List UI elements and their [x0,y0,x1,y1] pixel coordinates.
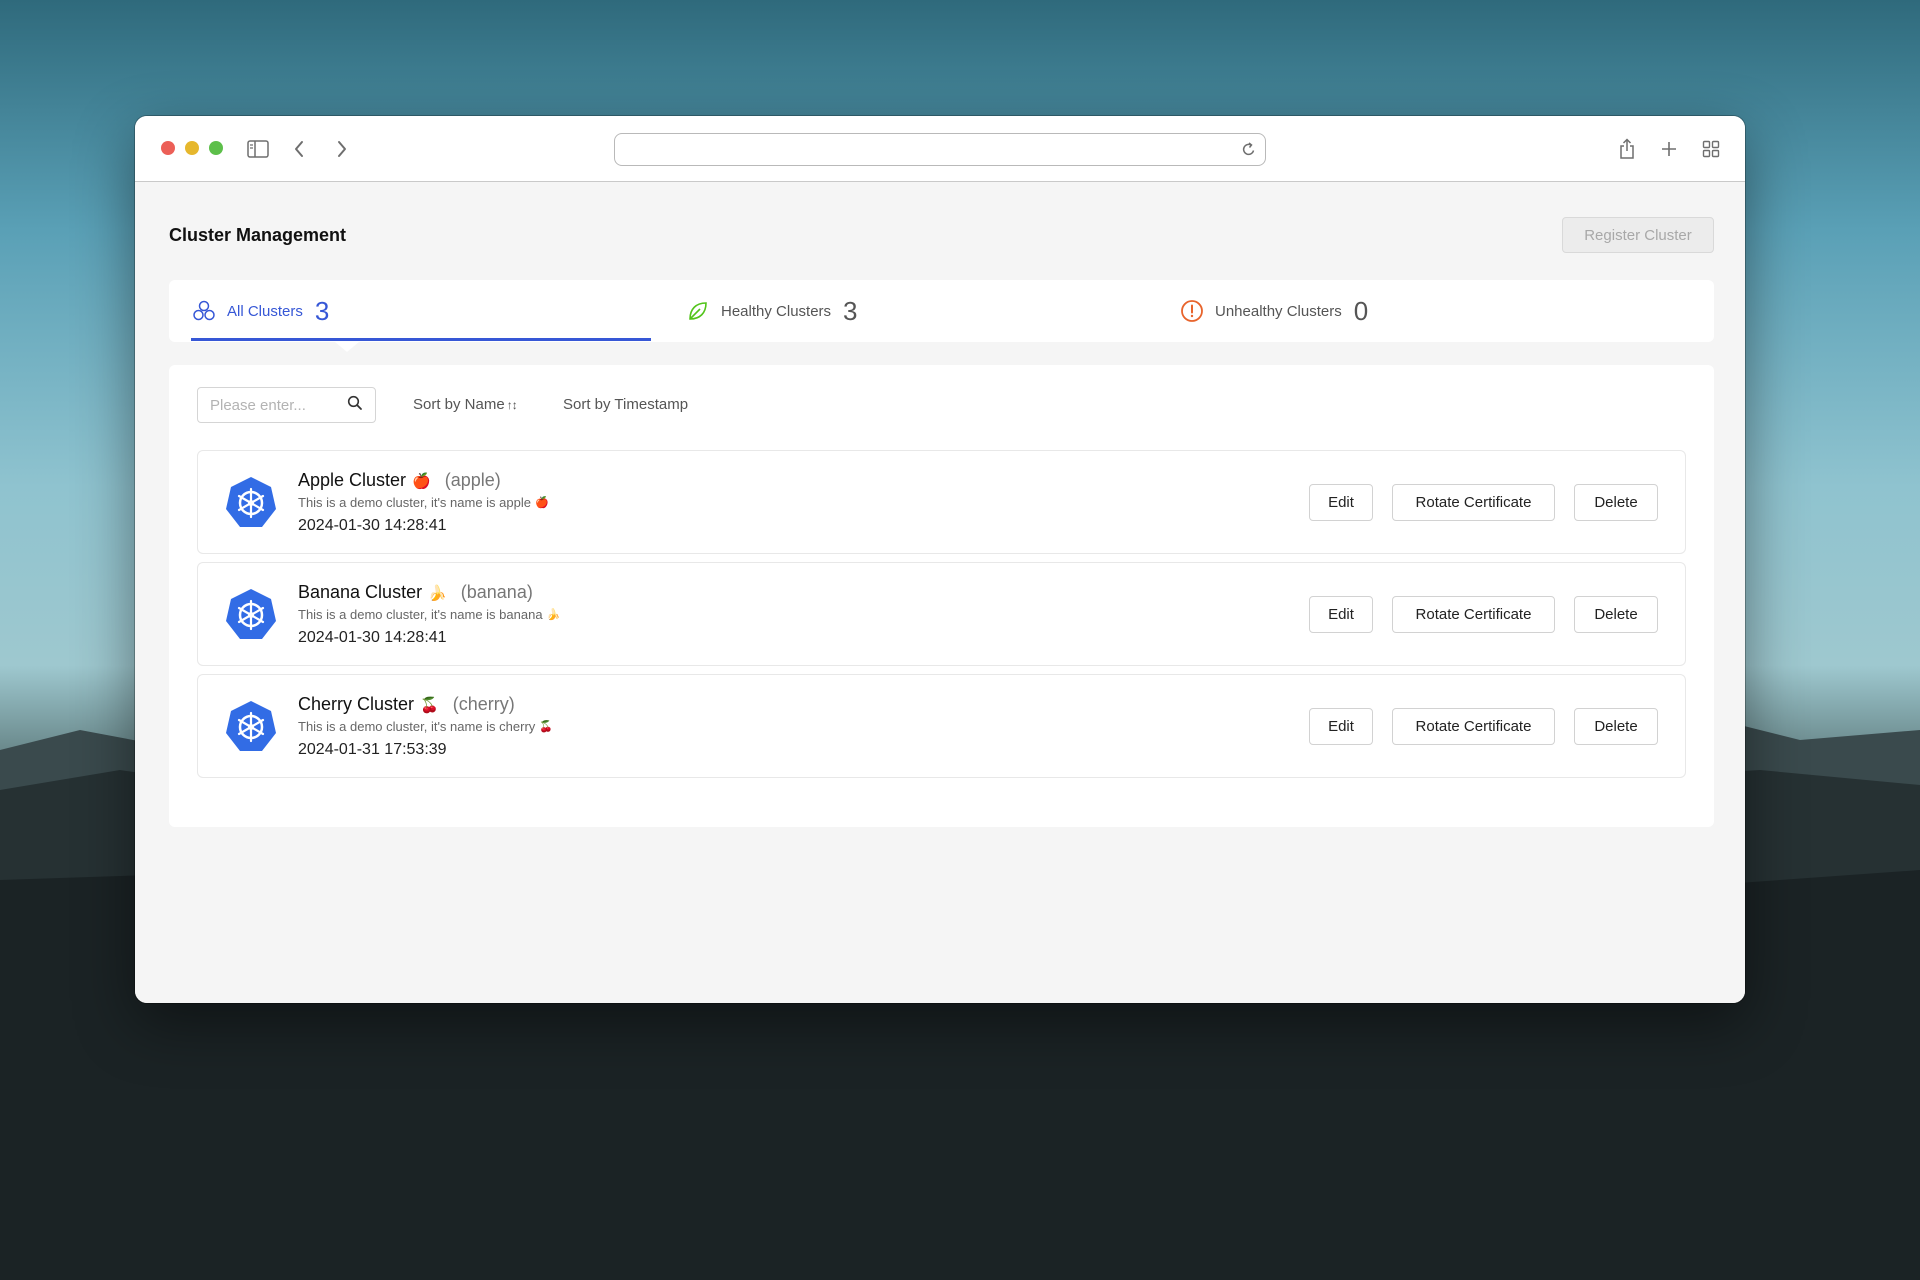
reload-icon[interactable] [1241,140,1257,163]
cluster-description: This is a demo cluster, it's name is app… [298,495,549,510]
alert-icon [1179,298,1205,324]
cluster-description-text: This is a demo cluster, it's name is ban… [298,607,543,622]
apple-emoji-icon: 🍎 [534,497,549,509]
cluster-timestamp: 2024-01-30 14:28:41 [298,629,447,646]
cluster-timestamp: 2024-01-30 14:28:41 [298,517,447,534]
cluster-description: This is a demo cluster, it's name is che… [298,719,553,734]
tab-all-clusters[interactable]: All Clusters 3 [191,280,329,342]
active-tab-indicator [191,338,651,341]
cluster-description-text: This is a demo cluster, it's name is app… [298,495,531,510]
tab-count: 0 [1353,295,1369,326]
delete-button[interactable]: Delete [1574,708,1658,745]
share-icon[interactable] [1614,136,1640,162]
tab-unhealthy-clusters[interactable]: Unhealthy Clusters 0 [1179,280,1368,342]
browser-toolbar [135,116,1745,182]
address-bar[interactable] [614,133,1266,166]
tab-label: Healthy Clusters [721,302,832,320]
banana-emoji-icon: 🍌 [428,585,447,602]
tab-label: Unhealthy Clusters [1215,302,1342,320]
sort-by-timestamp-label: Sort by Timestamp [563,396,689,413]
page-content: Cluster Management Register Cluster All … [135,183,1745,1003]
register-cluster-button[interactable]: Register Cluster [1562,217,1714,253]
minimize-window-button[interactable] [185,141,199,155]
edit-button[interactable]: Edit [1309,484,1373,521]
tab-caret [335,342,359,352]
cluster-card: Apple Cluster 🍎 (apple) This is a demo c… [197,450,1686,554]
cluster-id: (banana) [460,582,533,602]
rotate-certificate-button[interactable]: Rotate Certificate [1392,596,1555,633]
forward-icon[interactable] [329,136,355,162]
tab-overview-icon[interactable] [1698,136,1724,162]
cluster-id: (cherry) [452,694,515,714]
page-title: Cluster Management [169,225,347,245]
cluster-name: Cherry Cluster 🍒 (cherry) [298,694,515,715]
leaf-icon [685,298,711,324]
cluster-description: This is a demo cluster, it's name is ban… [298,607,560,622]
cluster-name-text: Cherry Cluster [298,694,415,714]
sort-by-name-button[interactable]: Sort by Name ↑↕ [413,396,518,413]
cluster-timestamp: 2024-01-31 17:53:39 [298,741,447,758]
tab-count: 3 [843,295,858,326]
close-window-button[interactable] [161,141,175,155]
zoom-window-button[interactable] [209,141,223,155]
clusters-icon [191,298,217,324]
sidebar-toggle-icon[interactable] [245,136,271,162]
browser-window: Cluster Management Register Cluster All … [135,116,1745,1003]
status-tabs: All Clusters 3 Healthy Clusters 3 Unheal… [169,280,1714,352]
rotate-certificate-button[interactable]: Rotate Certificate [1392,708,1555,745]
cluster-name-text: Banana Cluster [298,582,423,602]
search-box [197,387,376,423]
cluster-name: Apple Cluster 🍎 (apple) [298,470,501,491]
tab-healthy-clusters[interactable]: Healthy Clusters 3 [685,280,858,342]
kubernetes-icon [226,701,276,751]
tab-label: All Clusters [227,302,303,320]
edit-button[interactable]: Edit [1309,596,1373,633]
cluster-id: (apple) [444,470,501,490]
cluster-card: Cherry Cluster 🍒 (cherry) This is a demo… [197,674,1686,778]
cluster-name: Banana Cluster 🍌 (banana) [298,582,533,603]
search-icon[interactable] [347,395,363,416]
cluster-list-panel: Sort by Name ↑↕ Sort by Timestamp Apple … [169,365,1714,827]
delete-button[interactable]: Delete [1574,596,1658,633]
back-icon[interactable] [286,136,312,162]
rotate-certificate-button[interactable]: Rotate Certificate [1392,484,1555,521]
cluster-description-text: This is a demo cluster, it's name is che… [298,719,536,734]
edit-button[interactable]: Edit [1309,708,1373,745]
sort-order-icon: ↑↕ [506,397,518,412]
new-tab-icon[interactable] [1656,136,1682,162]
cluster-card: Banana Cluster 🍌 (banana) This is a demo… [197,562,1686,666]
sort-by-timestamp-button[interactable]: Sort by Timestamp [563,396,688,413]
cherry-emoji-icon: 🍒 [539,721,553,733]
search-input[interactable] [210,396,347,414]
sort-by-name-label: Sort by Name [413,396,505,413]
tab-count: 3 [314,295,330,326]
delete-button[interactable]: Delete [1574,484,1658,521]
apple-emoji-icon: 🍎 [412,473,431,490]
cluster-name-text: Apple Cluster [298,470,407,490]
kubernetes-icon [226,589,276,639]
banana-emoji-icon: 🍌 [546,609,561,621]
kubernetes-icon [226,477,276,527]
cherry-emoji-icon: 🍒 [420,697,439,714]
